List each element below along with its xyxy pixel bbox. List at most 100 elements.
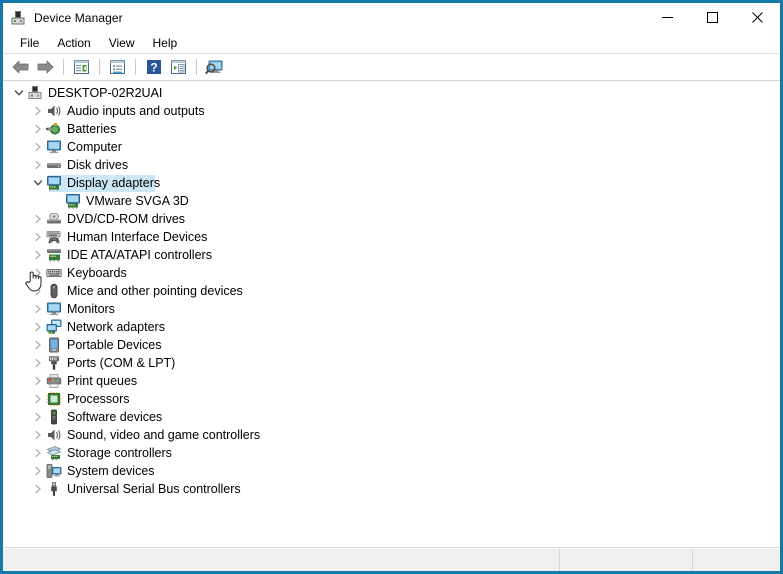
tree-item-keyboards[interactable]: Keyboards [3, 264, 780, 282]
help-button[interactable]: ? [141, 56, 166, 78]
usb-icon [46, 481, 62, 497]
tree-item-human-interface-devices[interactable]: Human Interface Devices [3, 228, 780, 246]
tree-item-label: Monitors [67, 300, 115, 318]
minimize-button[interactable] [645, 3, 690, 32]
chevron-right-icon[interactable] [30, 102, 46, 120]
tree-item-label: DVD/CD-ROM drives [67, 210, 185, 228]
back-button[interactable] [8, 56, 33, 78]
forward-button[interactable] [33, 56, 58, 78]
system-device-icon [46, 463, 62, 479]
chevron-right-icon[interactable] [30, 480, 46, 498]
processor-icon [46, 391, 62, 407]
tree-item-ide-ata-atapi-controllers[interactable]: IDE ATA/ATAPI controllers [3, 246, 780, 264]
tree-item-network-adapters[interactable]: Network adapters [3, 318, 780, 336]
tree-item-audio-inputs-and-outputs[interactable]: Audio inputs and outputs [3, 102, 780, 120]
tree-item-label: Mice and other pointing devices [67, 282, 243, 300]
menu-bar: File Action View Help [3, 32, 780, 54]
tree-item-label: Storage controllers [67, 444, 172, 462]
tree-item-label: Display adapters [67, 174, 160, 192]
window-controls [645, 3, 780, 32]
chevron-right-icon[interactable] [30, 246, 46, 264]
toolbar-separator-1 [63, 59, 64, 75]
tree-item-disk-drives[interactable]: Disk drives [3, 156, 780, 174]
menu-item-help[interactable]: Help [144, 34, 187, 52]
tree-item-label: Universal Serial Bus controllers [67, 480, 241, 498]
tree-item-label: Processors [67, 390, 130, 408]
tree-item-dvd-cd-rom-drives[interactable]: DVD/CD-ROM drives [3, 210, 780, 228]
chevron-right-icon[interactable] [30, 354, 46, 372]
scan-for-hardware-changes-button[interactable] [202, 56, 227, 78]
menu-item-view[interactable]: View [100, 34, 144, 52]
tree-item-sound-video-and-game-controllers[interactable]: Sound, video and game controllers [3, 426, 780, 444]
chevron-right-icon[interactable] [30, 444, 46, 462]
chevron-right-icon[interactable] [30, 156, 46, 174]
monitor-icon [46, 139, 62, 155]
printer-icon [46, 373, 62, 389]
tree-item-label: Disk drives [67, 156, 128, 174]
chevron-right-icon[interactable] [30, 462, 46, 480]
tree-item-system-devices[interactable]: System devices [3, 462, 780, 480]
tree-item-software-devices[interactable]: Software devices [3, 408, 780, 426]
chevron-right-icon[interactable] [30, 264, 46, 282]
device-manager-icon [10, 10, 26, 26]
tree-item-label: Keyboards [67, 264, 127, 282]
chevron-right-icon[interactable] [30, 138, 46, 156]
chevron-right-icon[interactable] [30, 408, 46, 426]
tree-item-label: Software devices [67, 408, 162, 426]
status-bar [3, 548, 780, 571]
hid-icon [46, 229, 62, 245]
tree-item-storage-controllers[interactable]: Storage controllers [3, 444, 780, 462]
tree-item-batteries[interactable]: Batteries [3, 120, 780, 138]
device-tree-panel[interactable]: DESKTOP-02R2UAI Audio inputs and outputs [3, 81, 780, 548]
chevron-right-icon[interactable] [30, 210, 46, 228]
tree-item-label: Portable Devices [67, 336, 162, 354]
chevron-right-icon[interactable] [30, 228, 46, 246]
chevron-right-icon[interactable] [30, 120, 46, 138]
tree-item-label: Network adapters [67, 318, 165, 336]
show-hide-console-tree-button[interactable] [69, 56, 94, 78]
toolbar-separator-2 [99, 59, 100, 75]
tree-item-label: Audio inputs and outputs [67, 102, 205, 120]
chevron-right-icon[interactable] [30, 318, 46, 336]
chevron-right-icon[interactable] [30, 426, 46, 444]
chevron-right-icon[interactable] [30, 282, 46, 300]
close-button[interactable] [735, 3, 780, 32]
display-adapter-icon [46, 175, 62, 191]
chevron-right-icon[interactable] [30, 336, 46, 354]
toolbar: ? [3, 54, 780, 81]
status-pane-main [3, 549, 560, 571]
tree-item-ports-com-and-lpt[interactable]: Ports (COM & LPT) [3, 354, 780, 372]
maximize-button[interactable] [690, 3, 735, 32]
menu-item-action[interactable]: Action [48, 34, 99, 52]
tree-item-label: Human Interface Devices [67, 228, 207, 246]
device-manager-window: Device Manager File Action View Help [0, 0, 783, 574]
tree-item-display-adapters[interactable]: Display adapters [3, 174, 780, 192]
tree-item-label: System devices [67, 462, 155, 480]
status-pane-tertiary [693, 549, 780, 571]
tree-item-label: DESKTOP-02R2UAI [48, 84, 162, 102]
tree-item-mice-and-other-pointing-devices[interactable]: Mice and other pointing devices [3, 282, 780, 300]
chevron-right-icon[interactable] [30, 390, 46, 408]
tree-item-universal-serial-bus-controllers[interactable]: Universal Serial Bus controllers [3, 480, 780, 498]
speaker-icon [46, 427, 62, 443]
port-icon [46, 355, 62, 371]
tree-item-monitors[interactable]: Monitors [3, 300, 780, 318]
tree-item-desktop-02r2uai[interactable]: DESKTOP-02R2UAI [3, 84, 780, 102]
menu-item-file[interactable]: File [11, 34, 48, 52]
chevron-down-icon[interactable] [30, 174, 46, 192]
properties-button[interactable] [105, 56, 130, 78]
tree-item-label: Ports (COM & LPT) [67, 354, 175, 372]
storage-controller-icon [46, 445, 62, 461]
device-tree: DESKTOP-02R2UAI Audio inputs and outputs [3, 84, 780, 498]
chevron-right-icon[interactable] [30, 300, 46, 318]
tree-item-label: VMware SVGA 3D [86, 192, 189, 210]
tree-item-computer[interactable]: Computer [3, 138, 780, 156]
chevron-down-icon[interactable] [11, 84, 27, 102]
tree-item-portable-devices[interactable]: Portable Devices [3, 336, 780, 354]
tree-item-print-queues[interactable]: Print queues [3, 372, 780, 390]
chevron-right-icon[interactable] [30, 372, 46, 390]
tree-item-processors[interactable]: Processors [3, 390, 780, 408]
tree-item-vmware-svga-3d[interactable]: VMware SVGA 3D [3, 192, 780, 210]
update-driver-button[interactable] [166, 56, 191, 78]
ide-controller-icon [46, 247, 62, 263]
